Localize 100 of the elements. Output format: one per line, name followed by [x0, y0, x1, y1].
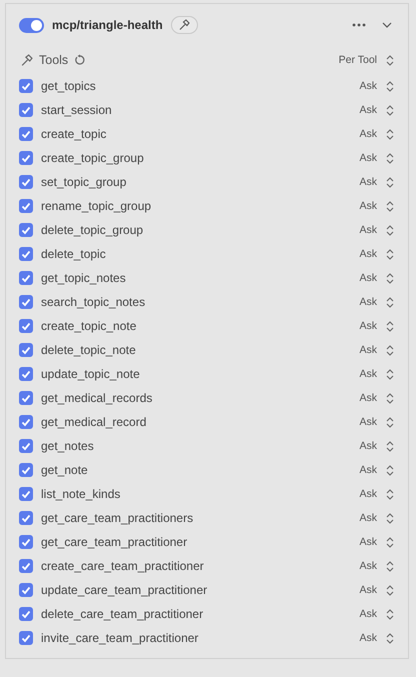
hammer-button[interactable]	[170, 16, 198, 34]
checkbox[interactable]	[19, 583, 33, 597]
permission-select[interactable]: Ask	[359, 464, 394, 476]
updown-icon	[386, 536, 394, 548]
updown-icon	[386, 608, 394, 620]
toggle-switch[interactable]	[19, 18, 44, 32]
permission-select[interactable]: Ask	[359, 608, 394, 620]
checkbox[interactable]	[19, 79, 33, 93]
checkbox[interactable]	[19, 247, 33, 261]
checkbox[interactable]	[19, 367, 33, 381]
mode-select[interactable]: Per Tool	[338, 54, 394, 66]
tool-name: update_care_team_practitioner	[41, 583, 208, 597]
tools-label: Tools	[39, 53, 68, 67]
updown-icon	[386, 512, 394, 524]
checkbox[interactable]	[19, 295, 33, 309]
tool-name: list_note_kinds	[41, 487, 120, 501]
permission-select[interactable]: Ask	[359, 200, 394, 212]
permission-select[interactable]: Ask	[359, 152, 394, 164]
permission-select[interactable]: Ask	[359, 224, 394, 236]
permission-select[interactable]: Ask	[359, 272, 394, 284]
updown-icon	[386, 248, 394, 260]
checkbox[interactable]	[19, 391, 33, 405]
checkbox[interactable]	[19, 319, 33, 333]
updown-icon	[386, 560, 394, 572]
tool-name: search_topic_notes	[41, 295, 146, 309]
checkbox[interactable]	[19, 511, 33, 525]
updown-icon	[386, 128, 394, 140]
checkbox[interactable]	[19, 127, 33, 141]
updown-icon	[386, 368, 394, 380]
tool-name: create_topic_group	[41, 151, 144, 165]
permission-select[interactable]: Ask	[359, 416, 394, 428]
updown-icon	[386, 584, 394, 596]
permission-select[interactable]: Ask	[359, 176, 394, 188]
tool-name: get_notes	[41, 439, 94, 453]
tool-name: get_topics	[41, 79, 96, 93]
checkbox[interactable]	[19, 631, 33, 645]
checkbox[interactable]	[19, 199, 33, 213]
permission-select[interactable]: Ask	[359, 248, 394, 260]
tool-name: set_topic_group	[41, 175, 126, 189]
permission-select[interactable]: Ask	[359, 80, 394, 92]
permission-select[interactable]: Ask	[359, 584, 394, 596]
updown-icon	[386, 320, 394, 332]
checkbox[interactable]	[19, 559, 33, 573]
updown-icon	[386, 632, 394, 644]
permission-select[interactable]: Ask	[359, 440, 394, 452]
tool-name: create_topic_note	[41, 319, 136, 333]
updown-icon	[386, 80, 394, 92]
permission-select[interactable]: Ask	[359, 632, 394, 644]
permission-select[interactable]: Ask	[359, 488, 394, 500]
checkbox[interactable]	[19, 535, 33, 549]
permission-select[interactable]: Ask	[359, 392, 394, 404]
tool-name: get_note	[41, 463, 88, 477]
updown-icon	[386, 416, 394, 428]
tool-name: rename_topic_group	[41, 199, 152, 213]
tool-name: delete_care_team_practitioner	[41, 607, 204, 621]
checkbox[interactable]	[19, 439, 33, 453]
permission-select[interactable]: Ask	[359, 296, 394, 308]
tool-name: create_topic	[41, 127, 106, 141]
permission-select[interactable]: Ask	[359, 512, 394, 524]
updown-icon	[386, 272, 394, 284]
tool-name: invite_care_team_practitioner	[41, 631, 198, 645]
permission-select[interactable]: Ask	[359, 104, 394, 116]
checkbox[interactable]	[19, 103, 33, 117]
tool-name: delete_topic	[41, 247, 106, 261]
checkbox[interactable]	[19, 487, 33, 501]
updown-icon	[386, 488, 394, 500]
updown-icon	[386, 224, 394, 236]
tool-name: create_care_team_practitioner	[41, 559, 204, 573]
checkbox[interactable]	[19, 343, 33, 357]
permission-select[interactable]: Ask	[359, 560, 394, 572]
tool-name: get_care_team_practitioners	[41, 511, 194, 525]
tool-name: delete_topic_group	[41, 223, 144, 237]
tool-name: start_session	[41, 103, 112, 117]
permission-select[interactable]: Ask	[359, 536, 394, 548]
permission-select[interactable]: Ask	[359, 128, 394, 140]
tool-name: delete_topic_note	[41, 343, 136, 357]
permission-select[interactable]: Ask	[359, 344, 394, 356]
checkbox[interactable]	[19, 415, 33, 429]
tool-name: get_medical_records	[41, 391, 152, 405]
checkbox[interactable]	[19, 223, 33, 237]
permission-select[interactable]: Ask	[359, 320, 394, 332]
checkbox[interactable]	[19, 271, 33, 285]
checkbox[interactable]	[19, 151, 33, 165]
updown-icon	[386, 440, 394, 452]
checkbox[interactable]	[19, 175, 33, 189]
server-name: mcp/triangle-health	[52, 18, 163, 32]
updown-icon	[386, 104, 394, 116]
hammer-icon	[178, 19, 190, 31]
refresh-icon[interactable]	[74, 54, 86, 66]
hammer-icon	[20, 54, 33, 66]
checkbox[interactable]	[19, 463, 33, 477]
tool-name: get_topic_notes	[41, 271, 126, 285]
permission-select[interactable]: Ask	[359, 368, 394, 380]
tool-name: get_medical_record	[41, 415, 146, 429]
tool-name: update_topic_note	[41, 367, 140, 381]
updown-icon	[386, 392, 394, 404]
tool-name: get_care_team_practitioner	[41, 535, 188, 549]
updown-icon	[386, 200, 394, 212]
checkbox[interactable]	[19, 607, 33, 621]
updown-icon	[386, 344, 394, 356]
